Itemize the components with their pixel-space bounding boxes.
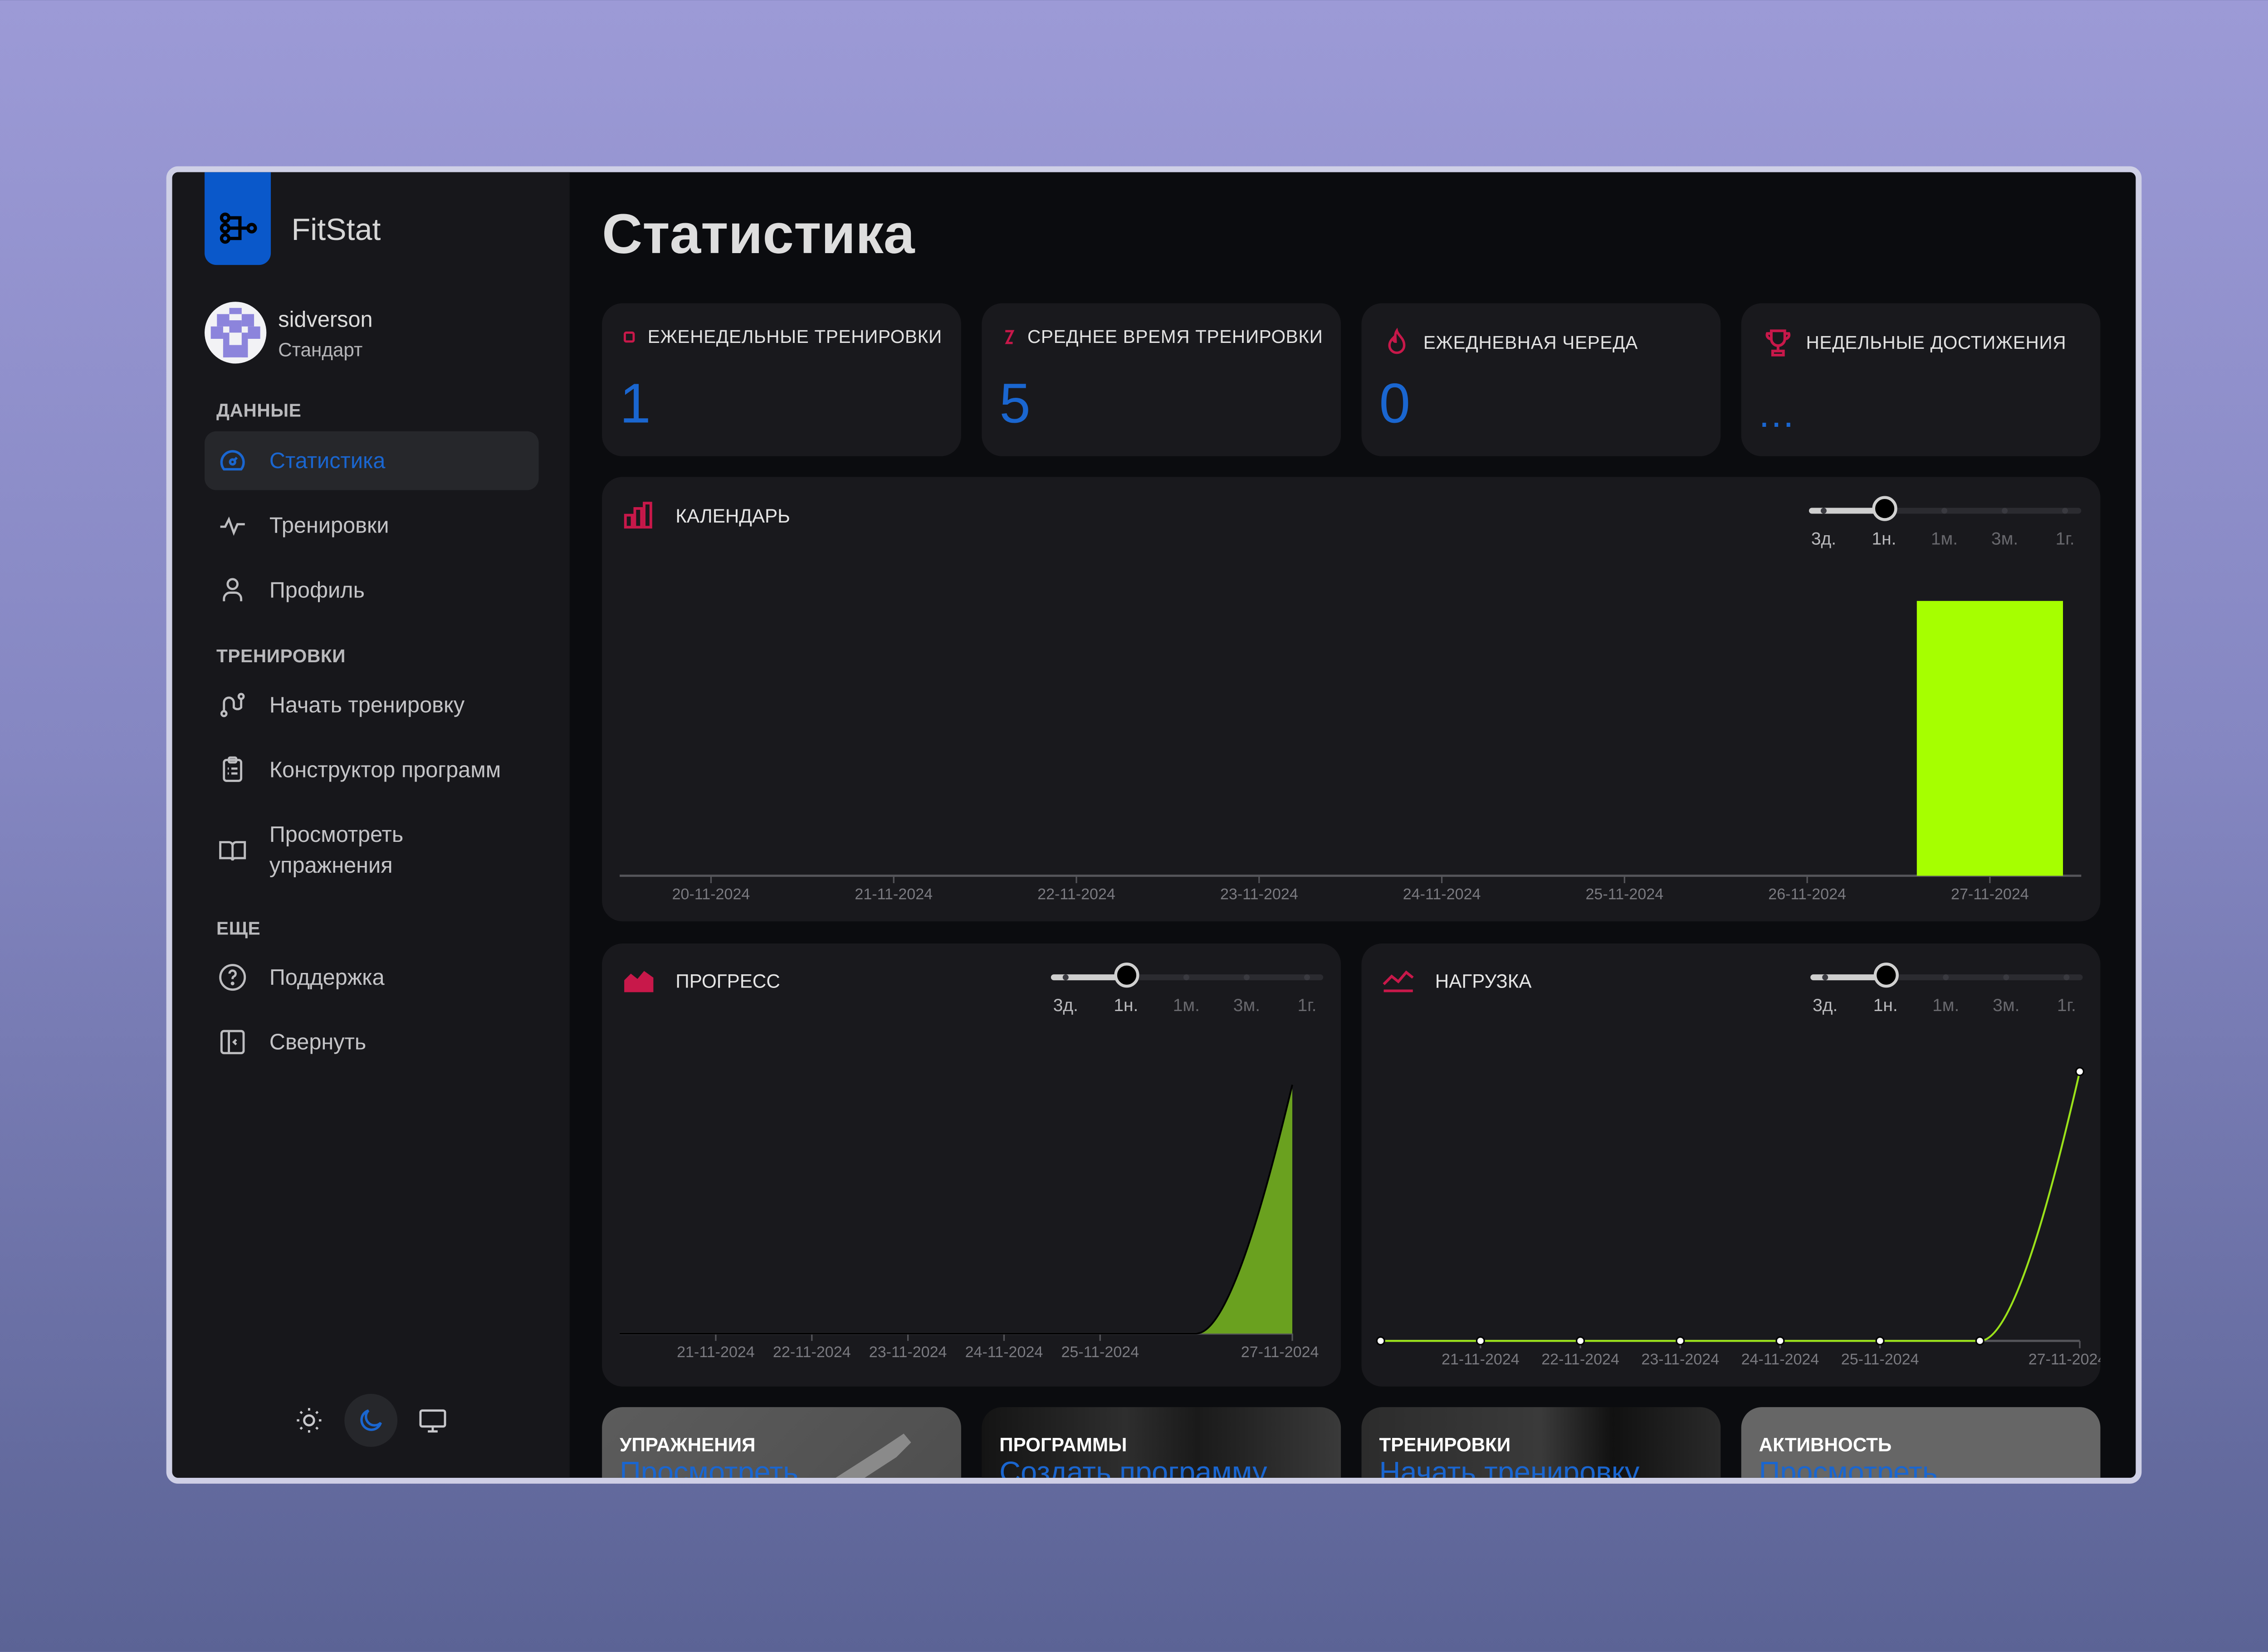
promo-link[interactable]: Начать тренировку <box>1379 1457 1639 1477</box>
app-name: FitStat <box>291 213 381 248</box>
calendar-card: КАЛЕНДАРЬ 3д. 1н. 1м. 3м. 1г. 20-11-2024 21-1… <box>602 477 2101 922</box>
data-point <box>1775 1336 1785 1346</box>
series-line <box>1380 1071 2081 1342</box>
data-point <box>1576 1336 1585 1346</box>
section-title-data: ДАННЫЕ <box>216 400 302 421</box>
x-tick-label: 25-11-2024 <box>1841 1351 1919 1368</box>
sidebar: FitStat sidverson Стандарт ДАННЫЕ Статис… <box>172 172 570 1478</box>
x-tick-label: 27-11-2024 <box>2028 1351 2101 1368</box>
help-circle-icon <box>216 961 249 993</box>
stat-card-daily-streak: ЕЖЕДНЕВНАЯ ЧЕРЕДА 0 <box>1361 303 1721 456</box>
area-line <box>620 1085 1293 1334</box>
x-tick-label: 22-11-2024 <box>1541 1351 1619 1368</box>
x-tick-label: 21-11-2024 <box>855 886 933 903</box>
x-tick-label: 27-11-2024 <box>1241 1344 1319 1361</box>
x-tick-label: 26-11-2024 <box>1768 886 1846 903</box>
user-icon <box>216 574 249 606</box>
stat-value: 5 <box>999 374 1031 436</box>
user-plan: Стандарт <box>278 338 363 361</box>
data-point <box>1875 1336 1885 1346</box>
promo-card-activity[interactable]: АКТИВНОСТЬ Просмотреть <box>1741 1407 2101 1478</box>
identicon-icon <box>210 308 260 357</box>
x-tick-label: 21-11-2024 <box>677 1344 755 1361</box>
section-title-more: ЕЩЕ <box>216 918 261 939</box>
stat-card-avg-time: СРЕДНЕЕ ВРЕМЯ ТРЕНИРОВКИ 5 <box>982 303 1341 456</box>
stat-value: 0 <box>1379 374 1411 436</box>
sidebar-item-support[interactable]: Поддержка <box>205 948 539 1007</box>
load-card: НАГРУЗКА 3д. 1н. 1м. 3м. 1г. 21-11-2024 22-11… <box>1361 943 2101 1387</box>
logo[interactable] <box>205 172 271 265</box>
flame-icon <box>1388 327 1406 354</box>
data-point <box>1676 1336 1685 1346</box>
data-point <box>1975 1336 1984 1346</box>
x-tick-label: 21-11-2024 <box>1442 1351 1520 1368</box>
trophy-icon <box>1765 329 1791 357</box>
stat-value: ... <box>1759 391 1795 436</box>
progress-card: ПРОГРЕСС 3д. 1н. 1м. 3м. 1г. 21-11-2024 22-11… <box>602 943 1341 1387</box>
promo-link[interactable]: Просмотреть <box>620 1457 798 1477</box>
clipboard-icon <box>216 753 249 786</box>
activity-icon <box>216 509 249 542</box>
x-tick-label: 23-11-2024 <box>869 1344 947 1361</box>
load-chart: 21-11-2024 22-11-2024 23-11-2024 24-11-2024… <box>1376 1067 2101 1368</box>
stat-value: 1 <box>620 374 651 436</box>
sidebar-item-workouts[interactable]: Тренировки <box>205 496 539 555</box>
x-tick-label: 24-11-2024 <box>1741 1351 1819 1368</box>
theme-light-button[interactable] <box>283 1394 336 1447</box>
section-title-workouts: ТРЕНИРОВКИ <box>216 646 346 667</box>
sidebar-item-profile[interactable]: Профиль <box>205 561 539 620</box>
x-tick-label: 22-11-2024 <box>773 1344 851 1361</box>
page-title: Статистика <box>602 205 915 267</box>
data-point <box>1376 1336 1385 1346</box>
app-window: FitStat sidverson Стандарт ДАННЫЕ Статис… <box>166 166 2142 1484</box>
x-tick-label: 23-11-2024 <box>1641 1351 1719 1368</box>
x-tick-label: 24-11-2024 <box>1403 886 1481 903</box>
area-fill <box>620 1085 1293 1334</box>
x-tick-label: 25-11-2024 <box>1585 886 1663 903</box>
x-tick-label: 24-11-2024 <box>965 1344 1043 1361</box>
sidebar-item-program-builder[interactable]: Конструктор программ <box>205 740 539 799</box>
dumbbell-icon <box>624 331 635 343</box>
flow-chart-icon <box>220 212 257 244</box>
route-icon <box>216 689 249 721</box>
sidebar-item-exercises[interactable]: Просмотреть упражнения <box>205 818 539 883</box>
moon-icon <box>360 1409 382 1431</box>
stat-card-weekly-workouts: ЕЖЕНЕДЕЛЬНЫЕ ТРЕНИРОВКИ 1 <box>602 303 961 456</box>
promo-card-workouts[interactable]: ТРЕНИРОВКИ Начать тренировку <box>1361 1407 1721 1478</box>
user-name: sidverson <box>278 308 373 333</box>
sun-icon <box>297 1408 322 1433</box>
x-tick-label: 23-11-2024 <box>1220 886 1298 903</box>
gauge-icon <box>216 445 249 477</box>
x-tick-label: 22-11-2024 <box>1037 886 1115 903</box>
theme-system-button[interactable] <box>406 1394 459 1447</box>
promo-link[interactable]: Просмотреть <box>1759 1457 1938 1477</box>
avatar[interactable] <box>205 302 267 364</box>
theme-dark-button[interactable] <box>344 1393 398 1447</box>
promo-card-exercises[interactable]: УПРАЖНЕНИЯ Просмотреть <box>602 1407 961 1478</box>
data-point <box>1476 1336 1485 1346</box>
progress-chart: 21-11-2024 22-11-2024 23-11-2024 24-11-2024… <box>620 1085 1319 1361</box>
sidebar-item-start-workout[interactable]: Начать тренировку <box>205 675 539 734</box>
promo-card-programs[interactable]: ПРОГРАММЫ Создать программу <box>982 1407 1341 1478</box>
promo-link[interactable]: Создать программу <box>999 1457 1267 1477</box>
sidebar-item-statistics[interactable]: Статистика <box>205 431 539 490</box>
hand-image <box>836 1433 911 1478</box>
data-point <box>2075 1067 2085 1076</box>
sidebar-collapse-icon <box>216 1026 249 1058</box>
book-icon <box>216 835 249 867</box>
hourglass-icon <box>1005 330 1015 344</box>
calendar-chart: 20-11-2024 21-11-2024 22-11-2024 23-11-2024… <box>620 601 2082 903</box>
x-tick-label: 20-11-2024 <box>672 886 750 903</box>
x-tick-label: 25-11-2024 <box>1061 1344 1139 1361</box>
sidebar-item-collapse[interactable]: Свернуть <box>205 1012 539 1071</box>
bar <box>1916 601 2063 876</box>
x-tick-label: 27-11-2024 <box>1951 886 2029 903</box>
monitor-icon <box>419 1409 446 1433</box>
stat-card-weekly-achievements: НЕДЕЛЬНЫЕ ДОСТИЖЕНИЯ ... <box>1741 303 2101 456</box>
